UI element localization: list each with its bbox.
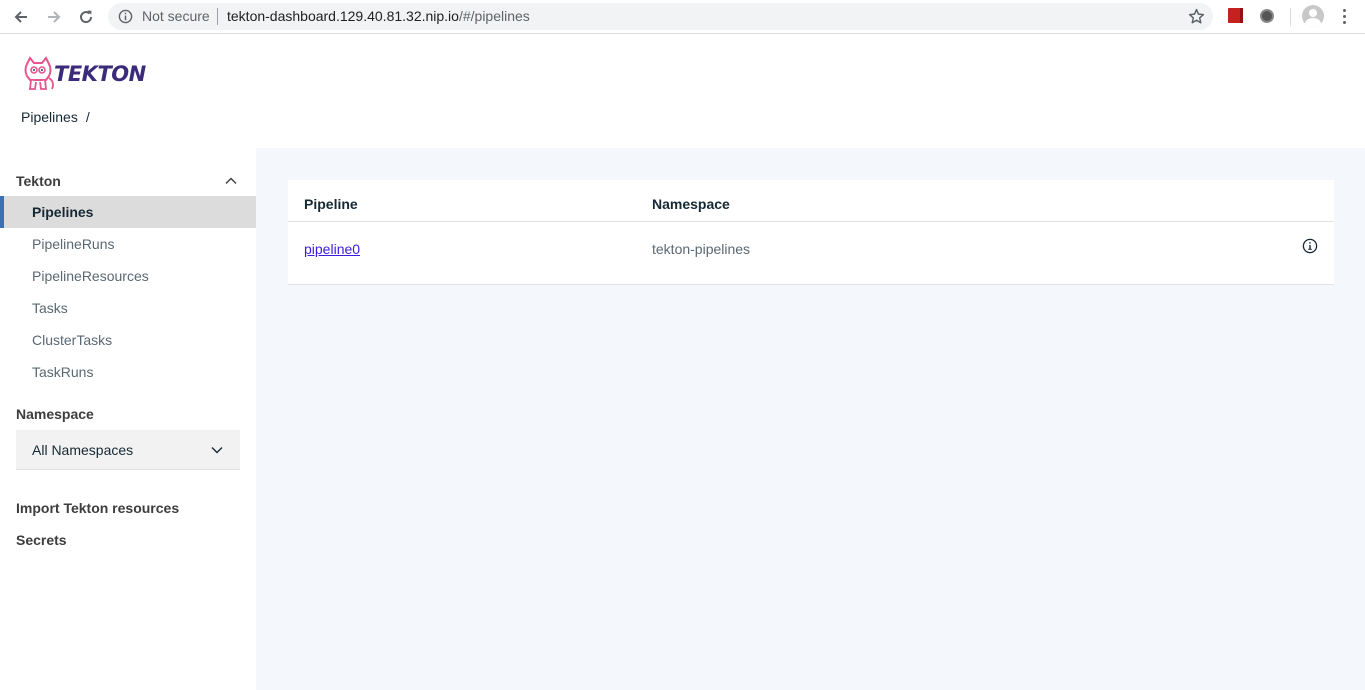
logo-text: TEKTON [54,62,146,86]
sidebar: Tekton Pipelines PipelineRuns PipelineRe… [0,148,256,690]
pipelines-table: Pipeline Namespace pipeline0 tekton-pipe… [288,180,1334,285]
sidebar-item-tasks[interactable]: Tasks [0,292,256,324]
url-text[interactable]: tekton-dashboard.129.40.81.32.nip.io/#/p… [227,8,530,24]
chevron-down-icon [211,447,223,454]
namespace-selected-value: All Namespaces [32,442,134,458]
pipeline-link[interactable]: pipeline0 [304,241,360,257]
extension-icon[interactable] [1260,9,1274,23]
breadcrumb-separator: / [85,109,90,125]
reload-button[interactable] [73,4,99,30]
forward-button[interactable] [41,4,67,30]
info-icon[interactable] [118,9,133,24]
arrow-right-icon [48,11,61,23]
sidebar-item-clustertasks[interactable]: ClusterTasks [0,324,256,356]
app-header: TEKTON Pipelines / [0,35,1365,148]
import-resources-link[interactable]: Import Tekton resources [16,500,179,516]
arrow-left-icon [14,11,27,23]
info-icon[interactable] [1302,238,1318,254]
divider [1290,8,1291,26]
namespace-select[interactable]: All Namespaces [16,430,240,470]
url-host: tekton-dashboard.129.40.81.32.nip.io [227,8,459,24]
more-options-icon[interactable] [1337,7,1351,27]
column-header-pipeline[interactable]: Pipeline [304,196,358,212]
back-button[interactable] [8,4,34,30]
table-cell-namespace: tekton-pipelines [652,241,751,257]
main-content: Pipeline Namespace pipeline0 tekton-pipe… [256,148,1365,690]
security-label[interactable]: Not secure [142,8,210,24]
namespace-title: Namespace [16,406,94,422]
sidebar-item-pipelineresources[interactable]: PipelineResources [0,260,256,292]
bookmark-extension-icon[interactable] [1228,8,1243,23]
divider [288,221,1334,222]
column-header-namespace[interactable]: Namespace [652,196,730,212]
divider [217,8,218,25]
chevron-up-icon[interactable] [224,174,238,188]
sidebar-item-pipelines[interactable]: Pipelines [0,196,256,228]
star-icon[interactable] [1188,8,1205,25]
breadcrumb: Pipelines / [21,109,90,125]
address-bar[interactable]: Not secure tekton-dashboard.129.40.81.32… [108,3,1213,30]
sidebar-group-title[interactable]: Tekton [16,173,61,189]
breadcrumb-current: Pipelines [21,109,78,125]
sidebar-item-pipelineruns[interactable]: PipelineRuns [0,228,256,260]
tekton-logo[interactable]: TEKTON [22,56,146,94]
profile-avatar[interactable] [1302,5,1324,27]
sidebar-item-taskruns[interactable]: TaskRuns [0,356,256,388]
reload-icon [80,10,93,24]
browser-toolbar: Not secure tekton-dashboard.129.40.81.32… [0,0,1365,34]
secrets-link[interactable]: Secrets [16,532,67,548]
table-cell-pipeline: pipeline0 [304,241,360,257]
tekton-cat-icon [24,56,54,90]
url-path: /#/pipelines [458,8,530,24]
